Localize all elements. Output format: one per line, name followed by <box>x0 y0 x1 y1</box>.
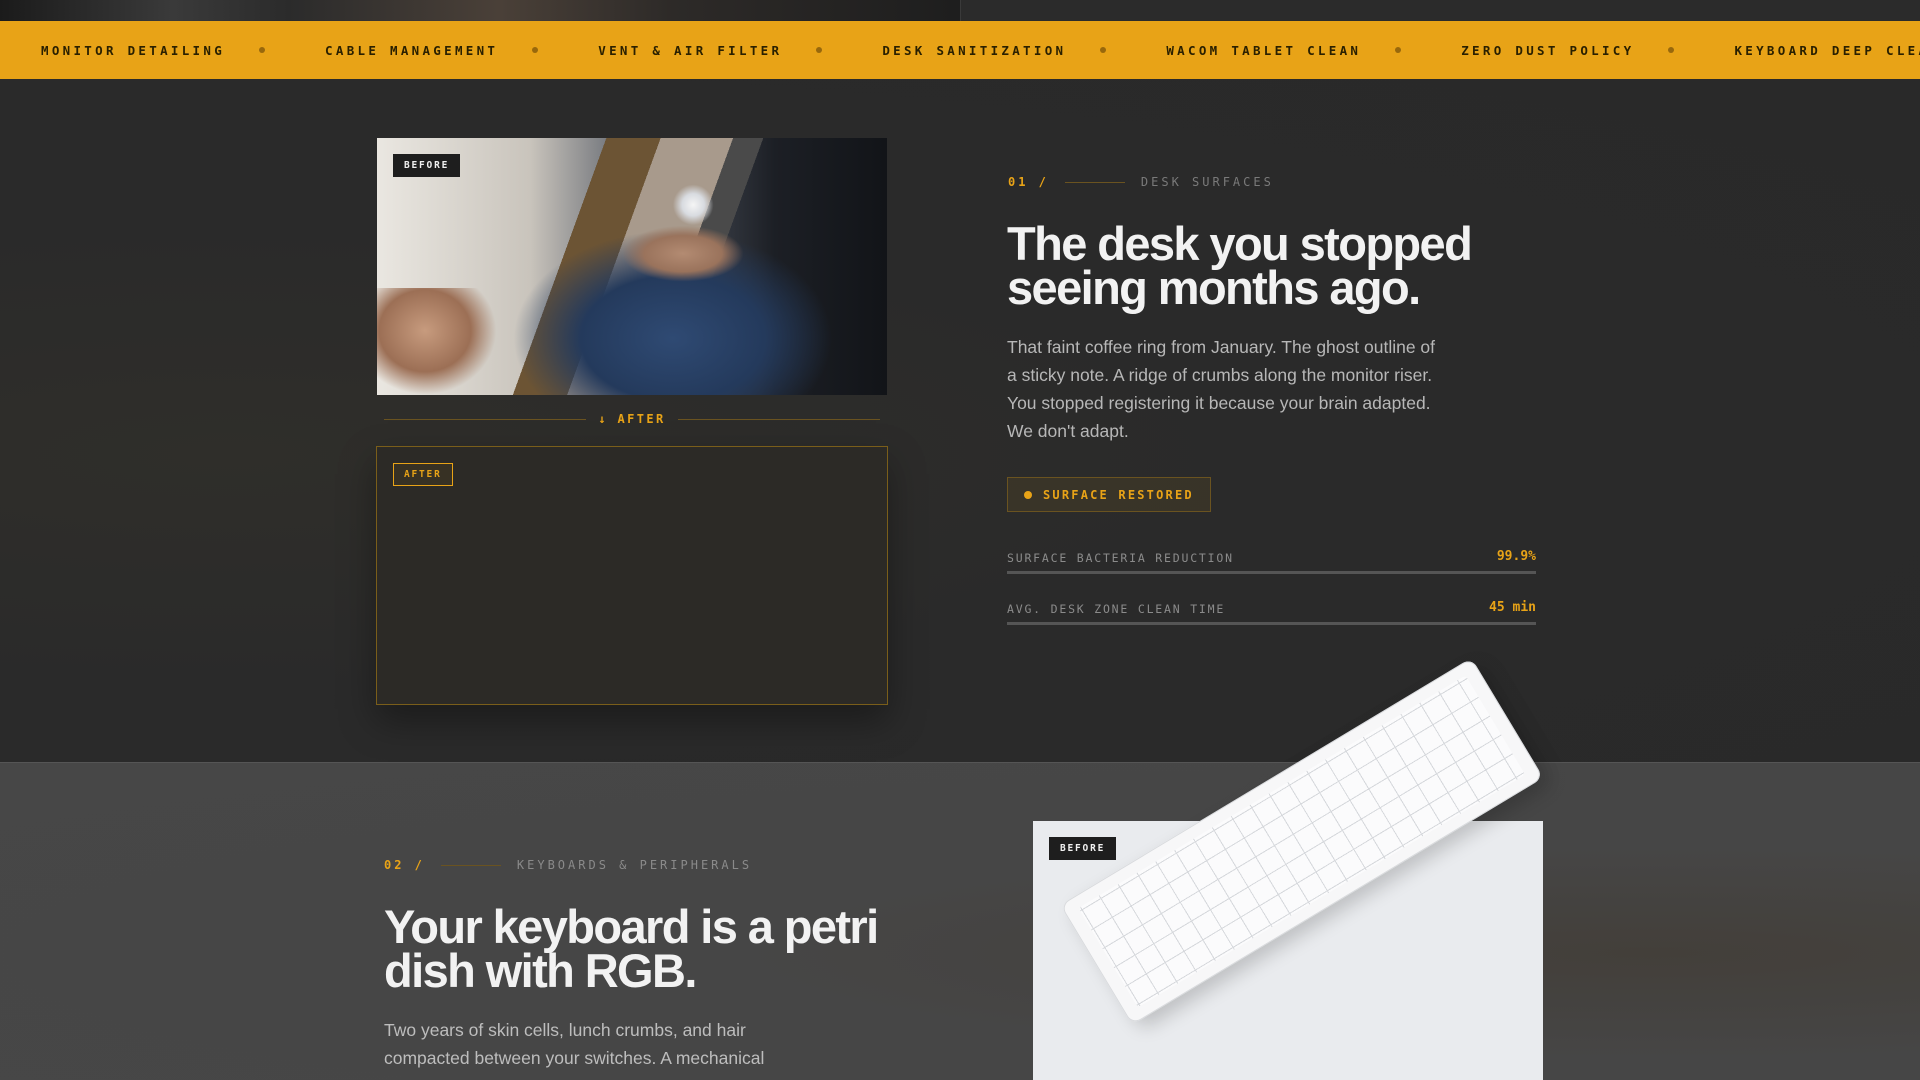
body-line: That faint coffee ring from January. The… <box>1007 337 1436 357</box>
ticker-item: DESK SANITIZATION <box>882 43 1166 58</box>
section-keyboards <box>0 762 1920 1080</box>
ticker-dot-icon <box>532 47 539 53</box>
section-eyebrow: 01 / DESK SURFACES <box>1008 175 1274 189</box>
divider-line <box>384 418 587 420</box>
after-divider-label: ↓ AFTER <box>598 412 666 426</box>
section-headline: Your keyboard is a petri dish with RGB. <box>384 900 879 997</box>
before-tag: BEFORE <box>393 154 461 177</box>
after-tag: AFTER <box>393 463 453 486</box>
ticker-item: WACOM TABLET CLEAN <box>1166 43 1461 58</box>
section-number: 01 / <box>1008 175 1049 189</box>
section-eyebrow: 02 / KEYBOARDS & PERIPHERALS <box>384 858 752 872</box>
section-desk-surfaces <box>0 79 1920 762</box>
stat-row: AVG. DESK ZONE CLEAN TIME 45 min <box>1007 598 1536 638</box>
eyebrow-rule <box>440 864 501 866</box>
body-line: You stopped registering it because your … <box>1007 393 1431 413</box>
headline-line: seeing months ago. <box>1007 261 1421 314</box>
stat-label: SURFACE BACTERIA REDUCTION <box>1007 551 1234 565</box>
ticker-item: VENT & AIR FILTER <box>598 43 882 58</box>
hero-photo-edge <box>0 0 960 21</box>
headline-line: The desk you stopped <box>1007 217 1473 270</box>
ticker-label: VENT & AIR FILTER <box>598 42 783 58</box>
stat-label: AVG. DESK ZONE CLEAN TIME <box>1007 602 1226 616</box>
ticker-label: DESK SANITIZATION <box>882 42 1067 58</box>
after-divider: ↓ AFTER <box>384 410 880 428</box>
ticker-dot-icon <box>259 47 266 53</box>
ticker-item: ZERO DUST POLICY <box>1461 43 1734 58</box>
section-headline: The desk you stopped seeing months ago. <box>1007 217 1473 314</box>
body-line: a sticky note. A ridge of crumbs along t… <box>1007 365 1433 385</box>
section-number: 02 / <box>384 858 425 872</box>
ticker-label: KEYBOARD DEEP CLEAN <box>1734 42 1920 58</box>
body-line: We don't adapt. <box>1007 421 1129 441</box>
status-label: SURFACE RESTORED <box>1043 487 1194 502</box>
body-line: Two years of skin cells, lunch crumbs, a… <box>384 1020 746 1040</box>
eyebrow-rule <box>1064 181 1125 183</box>
ticker-label: WACOM TABLET CLEAN <box>1166 42 1362 58</box>
before-image-desk: BEFORE <box>377 138 887 395</box>
body-line: compacted between your switches. A mecha… <box>384 1048 765 1068</box>
ticker-track: MONITOR DETAILING CABLE MANAGEMENT VENT … <box>41 21 1920 79</box>
ticker-item: KEYBOARD DEEP CLEAN <box>1734 43 1920 58</box>
ticker-dot-icon <box>1100 47 1107 53</box>
section-body: Two years of skin cells, lunch crumbs, a… <box>384 1016 824 1072</box>
ticker-label: ZERO DUST POLICY <box>1461 42 1635 58</box>
stat-value: 45 min <box>1489 600 1536 615</box>
services-ticker: MONITOR DETAILING CABLE MANAGEMENT VENT … <box>0 21 1920 79</box>
ticker-label: MONITOR DETAILING <box>41 42 226 58</box>
status-badge: SURFACE RESTORED <box>1007 477 1211 512</box>
section-category: DESK SURFACES <box>1140 175 1274 189</box>
stat-bar <box>1007 571 1536 574</box>
stat-bar <box>1007 622 1536 625</box>
ticker-dot-icon <box>1668 47 1675 53</box>
stat-row: SURFACE BACTERIA REDUCTION 99.9% <box>1007 547 1536 587</box>
headline-line: dish with RGB. <box>384 944 697 997</box>
ticker-item: CABLE MANAGEMENT <box>325 43 598 58</box>
section-body: That faint coffee ring from January. The… <box>1007 333 1477 445</box>
status-dot-icon <box>1024 490 1032 499</box>
ticker-dot-icon <box>816 47 823 53</box>
ticker-item: MONITOR DETAILING <box>41 43 325 58</box>
hero-panel-edge <box>960 0 1920 21</box>
headline-line: Your keyboard is a petri <box>384 900 879 953</box>
after-image-desk: AFTER <box>376 446 888 705</box>
ticker-label: CABLE MANAGEMENT <box>325 42 499 58</box>
ticker-dot-icon <box>1395 47 1402 53</box>
divider-line <box>677 418 880 420</box>
stat-value: 99.9% <box>1496 549 1536 564</box>
section-category: KEYBOARDS & PERIPHERALS <box>516 858 753 872</box>
hero-strip <box>0 0 1920 21</box>
before-tag: BEFORE <box>1049 837 1117 860</box>
